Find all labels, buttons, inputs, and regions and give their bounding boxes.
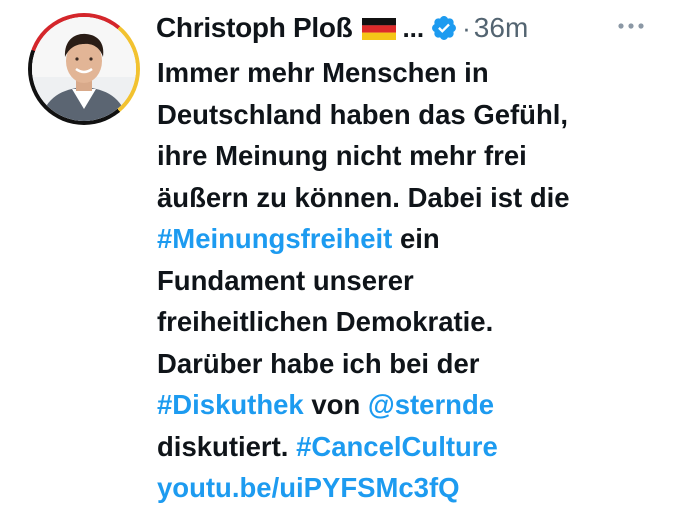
tweet-text-segment: freiheitlichen Demokratie. [157,306,494,337]
tweet-text-segment: diskutiert. [157,430,297,462]
tweet-text-segment: äußern zu können. Dabei ist die [157,181,570,213]
tweet-text-segment: ihre Meinung nicht mehr frei [157,140,527,171]
tweet-text-line: freiheitlichen Demokratie. [157,301,657,343]
tweet-text-line: #Meinungsfreiheit ein [157,218,657,260]
tweet-text-segment: ein [392,223,440,254]
tweet-text-line: Immer mehr Menschen in [157,52,657,94]
tweet-card[interactable]: Christoph Ploß ... · 36m Immer mehr Mens… [0,0,680,517]
tweet-text-line: diskutiert. #CancelCulture [157,426,657,468]
tweet-text-line: #Diskuthek von @sternde [157,384,657,426]
hashtag-link[interactable]: #Diskuthek [157,389,304,420]
mention-link[interactable]: @sternde [368,389,494,420]
tweet-text-line: äußern zu können. Dabei ist die [157,177,657,219]
verified-badge-icon[interactable] [430,14,458,42]
tweet-text-segment: Darüber habe ich bei der [157,347,480,379]
tweet-text-segment: Immer mehr Menschen in [157,57,489,88]
avatar[interactable] [28,13,140,125]
avatar-photo [32,17,136,121]
tweet-text-line: ihre Meinung nicht mehr frei [157,135,657,177]
author-name[interactable]: Christoph Ploß [156,12,353,44]
tweet-text-segment: Fundament unserer [157,264,414,296]
tweet-text-segment: von [303,389,368,420]
url-link[interactable]: youtu.be/uiPYFSMc3fQ [157,472,460,503]
hashtag-link[interactable]: #Meinungsfreiheit [157,223,392,254]
tweet-text: Immer mehr Menschen in Deutschland haben … [157,52,657,509]
tweet-text-line: Deutschland haben das Gefühl, [157,94,657,136]
name-truncation: ... [402,12,425,43]
tweet-text-line: Fundament unserer [157,260,657,302]
header-separator: · [462,12,471,43]
tweet-header: Christoph Ploß ... · 36m [156,8,528,48]
more-options-icon[interactable] [617,20,645,32]
tweet-text-segment: Deutschland haben das Gefühl, [157,98,569,130]
tweet-text-line: Darüber habe ich bei der [157,343,657,385]
tweet-text-line: youtu.be/uiPYFSMc3fQ [157,467,657,509]
timestamp[interactable]: 36m [474,12,528,44]
germany-flag-icon [362,18,397,40]
hashtag-link[interactable]: #CancelCulture [296,431,498,462]
